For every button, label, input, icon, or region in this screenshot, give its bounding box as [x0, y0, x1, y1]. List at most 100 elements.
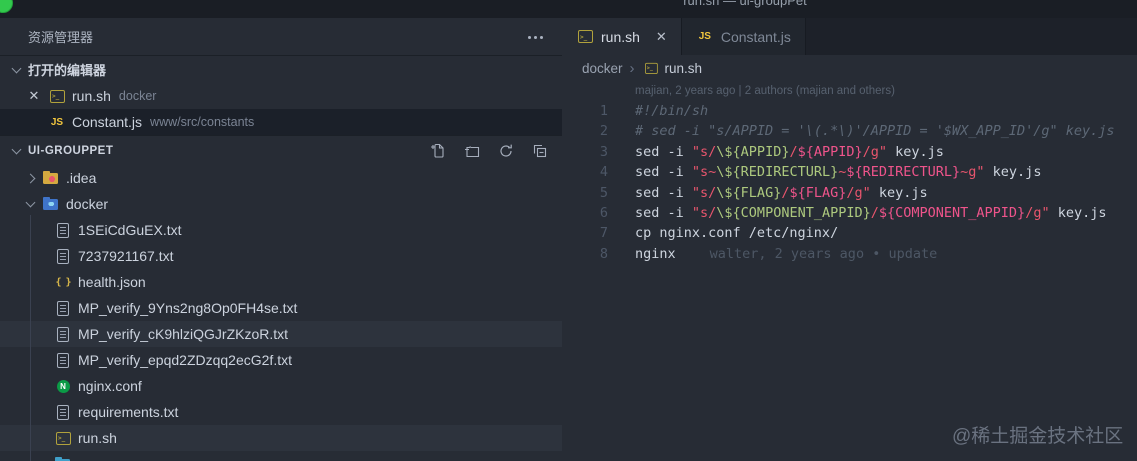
code-token: key.js: [870, 184, 928, 201]
code-token: /g": [862, 143, 888, 160]
code-line[interactable]: 6 sed -i "s/\${COMPONENT_APPID}/${COMPON…: [562, 203, 1137, 223]
line-number: 2: [599, 123, 608, 140]
code-line[interactable]: 4 sed -i "s~\${REDIRECTURL}~${REDIRECTUR…: [562, 162, 1137, 182]
line-number: 6: [599, 204, 608, 221]
open-editor-item[interactable]: Constant.js www/src/constants: [0, 109, 562, 135]
more-actions-icon[interactable]: [528, 32, 544, 42]
tree-item[interactable]: 1SEiCdGuEX.txt: [0, 217, 562, 243]
chevron-icon[interactable]: [24, 175, 36, 182]
tree-item[interactable]: nginx.conf: [0, 373, 562, 399]
code-line[interactable]: 8 nginx walter, 2 years ago • update: [562, 244, 1137, 264]
code-token: /: [870, 204, 879, 221]
code-line[interactable]: 7 cp nginx.conf /etc/nginx/: [562, 223, 1137, 243]
code-token: sed -i: [635, 184, 692, 201]
tree-item[interactable]: MP_verify_cK9hlziQGJrZKzoR.txt: [0, 321, 562, 347]
tree-item[interactable]: MP_verify_9Yns2ng8Op0FH4se.txt: [0, 295, 562, 321]
file-icon: [54, 248, 72, 264]
tab-label: run.sh: [601, 28, 640, 45]
editor-body[interactable]: docker › run.sh majian, 2 years ago | 2 …: [562, 55, 1137, 461]
line-number: 7: [599, 225, 608, 242]
window-title: run.sh — ui-groupPet: [683, 0, 807, 8]
tree-item[interactable]: health.json: [0, 269, 562, 295]
project-label: UI-GROUPPET: [28, 144, 114, 157]
code-line[interactable]: 1 #!/bin/sh: [562, 101, 1137, 121]
explorer-title-row: 资源管理器: [0, 18, 562, 55]
close-icon[interactable]: ✕: [656, 29, 667, 45]
file-name: 7237921167.txt: [78, 248, 174, 264]
breadcrumb: docker › run.sh: [562, 55, 1137, 81]
open-editor-item[interactable]: ✕ run.sh docker: [0, 83, 562, 109]
file-name: requirements.txt: [78, 404, 179, 420]
chevron-icon[interactable]: [24, 202, 36, 206]
tree-item[interactable]: MP_verify_epqd2ZDzqq2ecG2f.txt: [0, 347, 562, 373]
line-content: cp nginx.conf /etc/nginx/: [635, 223, 838, 243]
code-token: nginx: [635, 245, 676, 262]
file-icon: [48, 114, 66, 130]
line-number: 3: [599, 143, 608, 160]
file-icon: [48, 88, 66, 104]
code-token: /: [789, 143, 798, 160]
tree-item[interactable]: 7237921167.txt: [0, 243, 562, 269]
file-icon: [576, 29, 594, 45]
explorer-sidebar: 资源管理器 打开的编辑器 ✕ run.sh docker Constant.js…: [0, 18, 563, 461]
code-line[interactable]: 2 # sed -i "s/APPID = '\(.*\)'/APPID = '…: [562, 121, 1137, 141]
code-token: "s~: [691, 164, 717, 181]
editor-tab[interactable]: run.sh ✕: [562, 18, 682, 55]
line-content: sed -i "s/\${APPID}/${APPID}/g" key.js: [635, 142, 944, 162]
code-line[interactable]: 5 sed -i "s/\${FLAG}/${FLAG}/g" key.js: [562, 183, 1137, 203]
code-token: "s/: [691, 184, 717, 201]
tree-item[interactable]: run.sh: [0, 425, 562, 451]
open-editors-label: 打开的编辑器: [28, 63, 107, 78]
tree-item[interactable]: docker: [0, 191, 562, 217]
code-token: \${APPID}: [716, 143, 790, 160]
code-token: \${FLAG}: [716, 184, 782, 201]
code-token: ${COMPONENT_APPID}: [878, 204, 1026, 221]
editor-area: run.sh ✕ Constant.js docker › run.sh maj…: [562, 18, 1137, 461]
file-detail: www/src/constants: [150, 115, 255, 129]
file-name: MP_verify_epqd2ZDzqq2ecG2f.txt: [78, 352, 292, 368]
new-folder-icon[interactable]: [464, 143, 480, 159]
refresh-icon[interactable]: [498, 143, 514, 159]
explorer-title: 资源管理器: [28, 30, 94, 45]
code-token: ~g": [960, 164, 985, 181]
chevron-down-icon[interactable]: [10, 68, 22, 72]
code-token: #!/bin/sh: [635, 103, 709, 119]
tree-item[interactable]: .idea: [0, 165, 562, 191]
new-file-icon[interactable]: [430, 143, 446, 159]
editor-tab[interactable]: Constant.js: [681, 18, 806, 55]
code-token: sed -i: [635, 204, 692, 221]
file-icon: [54, 430, 72, 446]
file-name: nginx.conf: [78, 378, 142, 394]
code-token: sed -i: [635, 164, 692, 181]
indent-guide: [30, 215, 31, 461]
tab-label: Constant.js: [720, 28, 791, 45]
code-lines: 1 #!/bin/sh 2 # sed -i "s/APPID = '\(.*\…: [562, 101, 1137, 264]
chevron-down-icon[interactable]: [10, 149, 22, 153]
file-name: run.sh: [78, 430, 117, 446]
title-bar: run.sh — ui-groupPet: [0, 0, 1137, 18]
file-name: MP_verify_cK9hlziQGJrZKzoR.txt: [78, 326, 289, 342]
code-line[interactable]: 3 sed -i "s/\${APPID}/${APPID}/g" key.js: [562, 142, 1137, 162]
code-token: ${REDIRECTURL}: [846, 164, 961, 181]
file-icon: [54, 378, 72, 394]
line-number: 5: [599, 184, 608, 201]
close-icon[interactable]: ✕: [26, 88, 42, 104]
line-content: sed -i "s/\${FLAG}/${FLAG}/g" key.js: [635, 183, 928, 203]
file-name: .idea: [66, 170, 97, 186]
file-name: 1SEiCdGuEX.txt: [78, 222, 182, 238]
watermark: @稀土掘金技术社区: [952, 426, 1124, 447]
breadcrumb-file[interactable]: run.sh: [665, 61, 703, 76]
tree-item[interactable]: [0, 451, 562, 461]
open-editors-header[interactable]: 打开的编辑器: [0, 55, 562, 83]
line-content: sed -i "s/\${COMPONENT_APPID}/${COMPONEN…: [635, 203, 1106, 223]
line-content: # sed -i "s/APPID = '\(.*\)'/APPID = '$W…: [635, 121, 1115, 141]
line-content: sed -i "s~\${REDIRECTURL}~${REDIRECTURL}…: [635, 162, 1041, 182]
code-token: /g": [846, 184, 871, 201]
collapse-all-icon[interactable]: [532, 143, 548, 159]
breadcrumb-folder[interactable]: docker: [582, 61, 623, 76]
file-icon: [54, 404, 72, 420]
project-header[interactable]: UI-GROUPPET: [0, 135, 562, 165]
open-editors-list: ✕ run.sh docker Constant.js www/src/cons…: [0, 83, 562, 135]
tree-item[interactable]: requirements.txt: [0, 399, 562, 425]
shell-file-icon: [643, 61, 658, 75]
